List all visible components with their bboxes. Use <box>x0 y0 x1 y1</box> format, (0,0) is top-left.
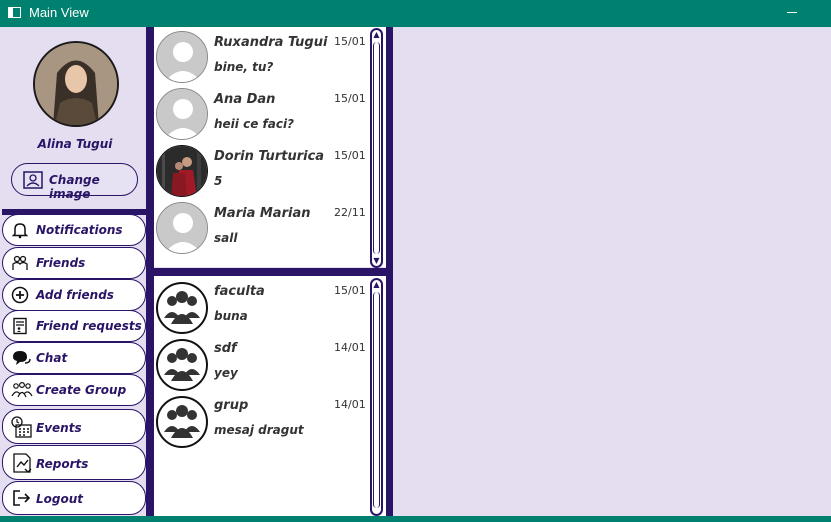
nav-label: Reports <box>36 457 89 471</box>
nav-friends[interactable]: Friends <box>2 247 146 279</box>
message-date: 15/01 <box>334 149 366 162</box>
scroll-thumb[interactable] <box>373 292 380 508</box>
app-window-icon <box>8 7 21 18</box>
conversation-item[interactable]: Maria Marian 22/11 sall <box>154 200 369 256</box>
contact-name: Maria Marian <box>214 206 311 221</box>
nav-label: Events <box>36 421 82 435</box>
scroll-down-icon[interactable]: ▼ <box>372 256 381 266</box>
nav-events[interactable]: Events <box>2 409 146 444</box>
last-message: bine, tu? <box>214 60 274 74</box>
profile-name: Alina Tugui <box>37 137 113 151</box>
nav-add-friends[interactable]: Add friends <box>2 279 146 311</box>
calendar-clock-icon <box>11 416 33 442</box>
nav-label: Friends <box>36 256 86 270</box>
group-name: grup <box>214 398 249 413</box>
contact-avatar <box>156 202 208 254</box>
group-avatar-icon <box>156 339 208 391</box>
group-item[interactable]: grup 14/01 mesaj dragut <box>154 392 369 448</box>
message-date: 14/01 <box>334 341 366 354</box>
conversations-list[interactable]: Ruxandra Tugui 15/01 bine, tu? Ana Dan 1… <box>154 27 386 268</box>
panel-separator <box>154 268 386 276</box>
group-item[interactable]: sdf 14/01 yey <box>154 335 369 391</box>
logout-icon <box>11 488 33 512</box>
conversation-item[interactable]: Ana Dan 15/01 heii ce faci? <box>154 86 369 142</box>
window-title: Main View <box>29 5 89 20</box>
group-icon <box>11 381 33 403</box>
nav-reports[interactable]: Reports <box>2 445 146 480</box>
add-circle-icon <box>11 286 29 308</box>
contact-avatar <box>156 145 208 197</box>
last-message: heii ce faci? <box>214 117 295 131</box>
message-date: 14/01 <box>334 398 366 411</box>
group-avatar-icon <box>156 282 208 334</box>
nav-label: Create Group <box>36 383 127 397</box>
group-item[interactable]: faculta 15/01 buna <box>154 278 369 334</box>
scroll-up-icon[interactable]: ▲ <box>372 280 381 290</box>
user-card-icon <box>23 170 43 194</box>
scroll-thumb[interactable] <box>373 42 380 254</box>
profile-avatar <box>33 41 119 127</box>
contact-name: Ana Dan <box>214 92 276 107</box>
last-message: sall <box>214 231 238 245</box>
nav-logout[interactable]: Logout <box>2 481 146 515</box>
message-date: 22/11 <box>334 206 366 219</box>
scroll-up-icon[interactable]: ▲ <box>372 30 381 40</box>
bell-icon <box>11 221 29 243</box>
conversations-scrollbar[interactable]: ▲ ▼ <box>370 28 383 268</box>
change-image-label: Change image <box>49 173 100 201</box>
last-message: mesaj dragut <box>214 423 304 437</box>
last-message: buna <box>214 309 248 323</box>
contact-name: Dorin Turturica <box>214 149 325 164</box>
conversation-item[interactable]: Ruxandra Tugui 15/01 bine, tu? <box>154 29 369 85</box>
minimize-button[interactable] <box>787 12 797 13</box>
nav-label: Logout <box>36 492 84 506</box>
contact-avatar <box>156 31 208 83</box>
group-name: faculta <box>214 284 265 299</box>
nav-label: Chat <box>36 351 68 365</box>
contact-name: Ruxandra Tugui <box>214 35 328 50</box>
message-date: 15/01 <box>334 92 366 105</box>
friends-icon <box>11 254 29 276</box>
nav-label: Add friends <box>36 288 114 302</box>
sidebar-border <box>146 27 154 520</box>
nav-friend-requests[interactable]: Friend requests <box>2 310 146 342</box>
message-date: 15/01 <box>334 35 366 48</box>
message-date: 15/01 <box>334 284 366 297</box>
groups-scrollbar[interactable]: ▲ <box>370 278 383 516</box>
panel-border <box>386 27 393 517</box>
title-bar: Main View <box>0 0 831 27</box>
nav-label: Friend requests <box>36 319 142 333</box>
nav-label: Notifications <box>36 223 123 237</box>
contact-avatar <box>156 88 208 140</box>
last-message: yey <box>214 366 238 380</box>
report-chart-icon <box>11 452 33 478</box>
group-avatar-icon <box>156 396 208 448</box>
conversation-item[interactable]: Dorin Turturica 15/01 5 <box>154 143 369 199</box>
last-message: 5 <box>214 174 223 188</box>
chat-bubbles-icon <box>11 349 31 371</box>
nav-create-group[interactable]: Create Group <box>2 374 146 406</box>
bottom-bar <box>0 516 831 522</box>
group-name: sdf <box>214 341 237 356</box>
nav-notifications[interactable]: Notifications <box>2 214 146 246</box>
change-image-button[interactable]: Change image <box>11 163 138 201</box>
nav-chat[interactable]: Chat <box>2 342 146 374</box>
request-document-icon <box>11 317 29 339</box>
groups-list[interactable]: faculta 15/01 buna sdf 14/01 yey grup 14… <box>154 276 386 516</box>
